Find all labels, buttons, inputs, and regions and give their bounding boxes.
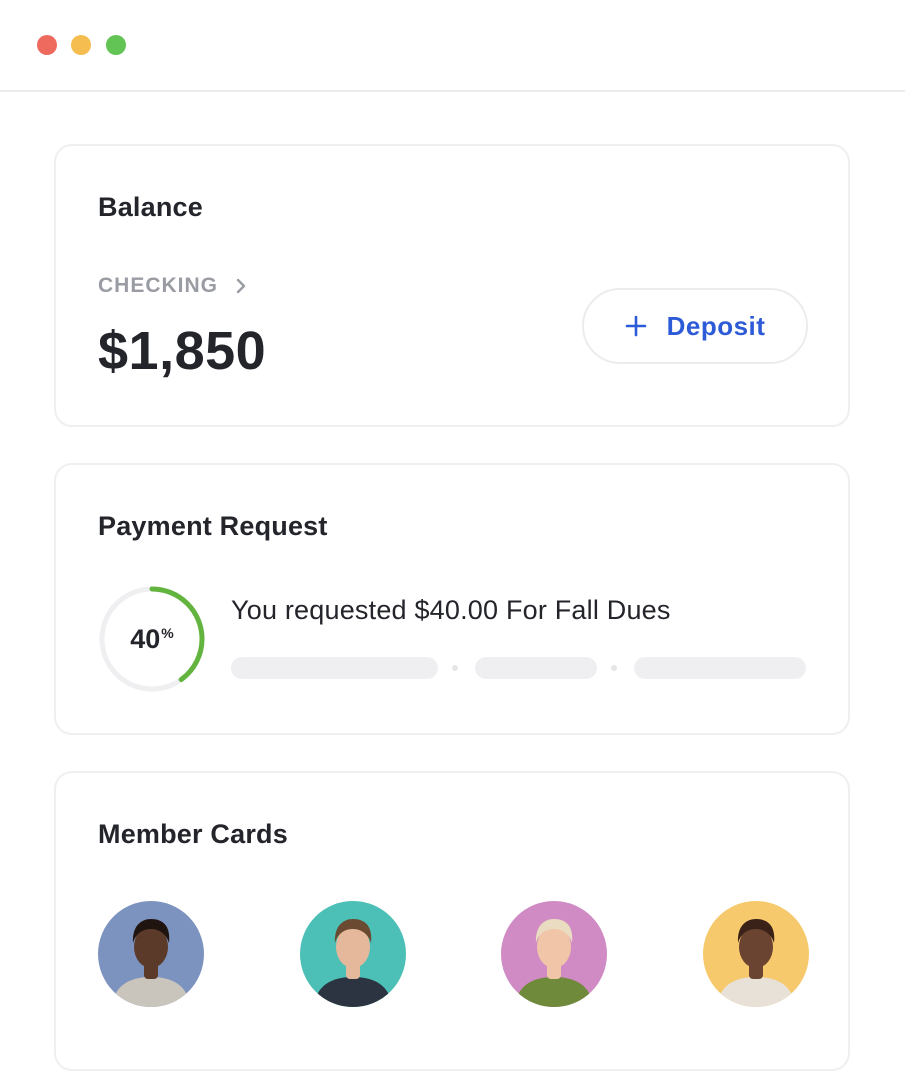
payment-request-title: Payment Request [98,511,328,541]
zoom-window-button[interactable] [106,35,126,55]
member-avatar-2[interactable] [300,901,406,1007]
member-avatar-3[interactable] [501,901,607,1007]
balance-title: Balance [98,192,203,222]
member-cards-card: Member Cards [54,771,850,1071]
placeholder-dot [452,665,458,671]
progress-percent-sign: % [161,625,174,641]
member-avatar-1[interactable] [98,901,204,1007]
avatar-portrait [501,901,607,1007]
avatar-portrait [703,901,809,1007]
minimize-window-button[interactable] [71,35,91,55]
account-selector[interactable]: CHECKING [98,274,246,298]
avatar-portrait [98,901,204,1007]
progress-value: 40 [130,623,161,654]
window-titlebar [0,0,905,92]
progress-label: 40 % [98,585,206,693]
account-label: CHECKING [98,274,219,297]
placeholder-dot [611,665,617,671]
deposit-label: Deposit [666,310,766,341]
member-cards-title: Member Cards [98,819,288,849]
close-window-button[interactable] [37,35,57,55]
plus-icon [625,315,646,337]
placeholder-bar [634,657,806,679]
avatar-portrait [300,901,406,1007]
balance-card: Balance CHECKING $1,850 Deposit [54,144,850,427]
placeholder-bar [475,657,597,679]
balance-amount: $1,850 [98,321,267,381]
placeholder-bar [231,657,438,679]
deposit-button[interactable]: Deposit [582,288,808,364]
payment-request-card: Payment Request 40 % You requested $40.0… [54,463,850,735]
payment-request-message: You requested $40.00 For Fall Dues [231,595,671,625]
member-avatar-4[interactable] [703,901,809,1007]
chevron-right-icon [236,278,246,294]
